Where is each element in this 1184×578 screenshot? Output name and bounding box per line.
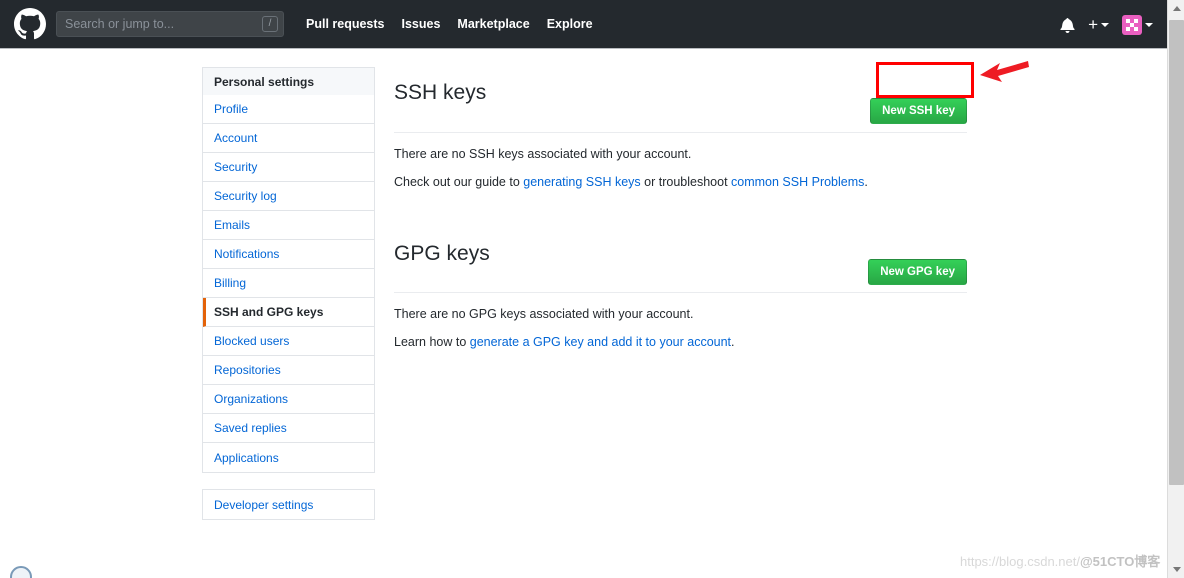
- nav-item-explore[interactable]: Explore: [547, 17, 593, 31]
- sidebar-item-ssh-and-gpg-keys[interactable]: SSH and GPG keys: [203, 298, 374, 327]
- ssh-help-suffix: .: [864, 174, 868, 189]
- bell-icon[interactable]: [1060, 17, 1075, 33]
- sidebar-secondary-list: Developer settings: [202, 489, 375, 520]
- sidebar-item-security[interactable]: Security: [203, 153, 374, 182]
- sidebar-item-label: Account: [214, 131, 258, 145]
- gpg-help-prefix: Learn how to: [394, 334, 470, 349]
- sidebar-item-label: SSH and GPG keys: [214, 305, 324, 319]
- gpg-section-title: GPG keys: [394, 242, 490, 266]
- settings-main: SSH keys New SSH key There are no SSH ke…: [394, 63, 967, 350]
- sidebar-item-label: Applications: [214, 450, 279, 465]
- generating-ssh-keys-link[interactable]: generating SSH keys: [523, 175, 640, 189]
- scroll-up-arrow-icon[interactable]: [1168, 0, 1184, 17]
- sidebar-item-emails[interactable]: Emails: [203, 211, 374, 240]
- chevron-down-icon: [1101, 22, 1109, 27]
- plus-icon: +: [1088, 14, 1098, 34]
- user-menu[interactable]: [1122, 14, 1153, 35]
- sidebar-item-security-log[interactable]: Security log: [203, 182, 374, 211]
- sidebar-item-label: Notifications: [214, 247, 280, 261]
- sidebar-item-label: Emails: [214, 218, 251, 232]
- scrollbar-thumb[interactable]: [1169, 20, 1184, 485]
- ssh-keys-section: SSH keys New SSH key There are no SSH ke…: [394, 63, 967, 190]
- new-gpg-key-button[interactable]: New GPG key: [868, 258, 967, 285]
- create-new-menu[interactable]: +: [1088, 14, 1109, 34]
- github-logo-icon[interactable]: [14, 8, 46, 40]
- sidebar-item-label: Security: [214, 160, 258, 174]
- global-header: Search or jump to... / Pull requests Iss…: [0, 0, 1167, 49]
- header-actions: +: [1060, 0, 1153, 49]
- gpg-help-suffix: .: [731, 334, 735, 349]
- sidebar-heading: Personal settings: [202, 67, 375, 95]
- nav-item-issues[interactable]: Issues: [402, 17, 441, 31]
- settings-sidebar: Personal settings Profile Account Securi…: [202, 67, 375, 520]
- sidebar-item-blocked-users[interactable]: Blocked users: [203, 327, 374, 356]
- sidebar-item-organizations[interactable]: Organizations: [203, 385, 374, 414]
- page-content: Personal settings Profile Account Securi…: [0, 50, 1167, 578]
- ssh-keys-header: SSH keys New SSH key: [394, 63, 967, 133]
- sidebar-item-label: Security log: [214, 189, 277, 203]
- ssh-help-prefix: Check out our guide to: [394, 174, 524, 189]
- generate-gpg-key-link[interactable]: generate a GPG key and add it to your ac…: [470, 335, 731, 349]
- sidebar-item-label: Profile: [214, 102, 249, 116]
- gpg-keys-body: There are no GPG keys associated with yo…: [394, 293, 967, 350]
- sidebar-list: Profile Account Security Security log Em…: [202, 95, 375, 473]
- common-ssh-problems-link[interactable]: common SSH Problems: [731, 175, 864, 189]
- sidebar-item-applications[interactable]: Applications: [203, 443, 374, 472]
- search-input[interactable]: Search or jump to... /: [56, 11, 284, 37]
- sidebar-item-label: Developer settings: [214, 497, 314, 512]
- ssh-keys-body: There are no SSH keys associated with yo…: [394, 133, 967, 190]
- chevron-down-icon: [1145, 22, 1153, 27]
- sidebar-item-label: Repositories: [214, 363, 281, 377]
- sidebar-item-saved-replies[interactable]: Saved replies: [203, 414, 374, 443]
- search-placeholder: Search or jump to...: [65, 17, 175, 31]
- nav-item-marketplace[interactable]: Marketplace: [457, 17, 529, 31]
- sidebar-item-developer-settings[interactable]: Developer settings: [203, 490, 374, 519]
- ssh-empty-text: There are no SSH keys associated with yo…: [394, 146, 692, 161]
- sidebar-item-account[interactable]: Account: [203, 124, 374, 153]
- gpg-keys-section: GPG keys New GPG key There are no GPG ke…: [394, 224, 967, 350]
- vertical-scrollbar[interactable]: [1167, 0, 1184, 578]
- search-shortcut-badge: /: [262, 16, 278, 32]
- sidebar-item-label: Saved replies: [214, 421, 287, 435]
- sidebar-item-repositories[interactable]: Repositories: [203, 356, 374, 385]
- avatar: [1122, 14, 1142, 35]
- sidebar-item-label: Organizations: [214, 392, 289, 406]
- sidebar-item-notifications[interactable]: Notifications: [203, 240, 374, 269]
- ssh-help-middle: or troubleshoot: [640, 174, 732, 189]
- primary-nav: Pull requests Issues Marketplace Explore: [306, 17, 593, 31]
- sidebar-item-billing[interactable]: Billing: [203, 269, 374, 298]
- ssh-help-text: Check out our guide to generating SSH ke…: [394, 174, 967, 190]
- page-root: Search or jump to... / Pull requests Iss…: [0, 0, 1184, 578]
- new-ssh-key-button[interactable]: New SSH key: [870, 97, 967, 124]
- sidebar-item-label: Billing: [214, 276, 247, 290]
- gpg-empty-text: There are no GPG keys associated with yo…: [394, 306, 694, 321]
- gpg-help-text: Learn how to generate a GPG key and add …: [394, 334, 967, 350]
- sidebar-item-label: Blocked users: [214, 334, 290, 348]
- page-title: SSH keys: [394, 81, 487, 105]
- nav-item-pull-requests[interactable]: Pull requests: [306, 17, 385, 31]
- scroll-down-arrow-icon[interactable]: [1168, 561, 1184, 578]
- sidebar-item-profile[interactable]: Profile: [203, 95, 374, 124]
- gpg-keys-header: GPG keys New GPG key: [394, 224, 967, 293]
